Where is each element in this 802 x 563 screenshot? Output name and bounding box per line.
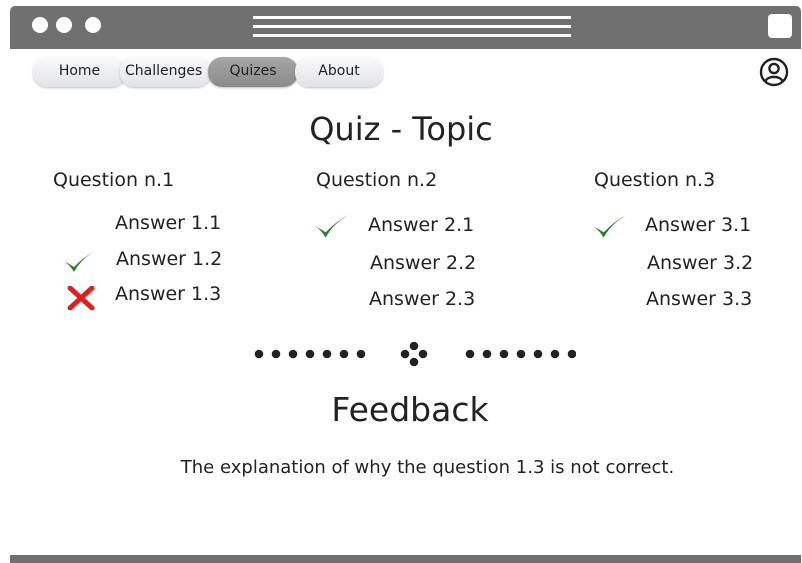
answer-3-2[interactable]: Answer 3.2 xyxy=(647,252,753,274)
feedback-title: Feedback xyxy=(331,390,489,429)
check-icon xyxy=(314,214,350,244)
page-title: Quiz - Topic xyxy=(309,110,493,148)
answer-3-1[interactable]: Answer 3.1 xyxy=(645,214,751,236)
tab-home[interactable]: Home xyxy=(33,57,126,87)
window-square-icon[interactable] xyxy=(768,14,792,38)
cross-icon xyxy=(67,285,95,314)
window-dot-icon[interactable] xyxy=(85,17,101,33)
question-2-label: Question n.2 xyxy=(316,169,438,191)
ornament-divider-icon xyxy=(254,340,577,368)
tab-challenges[interactable]: Challenges xyxy=(120,57,211,87)
question-3-label: Question n.3 xyxy=(594,169,716,191)
feedback-text: The explanation of why the question 1.3 … xyxy=(180,457,675,478)
window-bottom-bar xyxy=(10,555,801,563)
tab-about[interactable]: About xyxy=(295,57,383,87)
answer-2-2[interactable]: Answer 2.2 xyxy=(370,252,476,274)
answer-3-3[interactable]: Answer 3.3 xyxy=(646,288,752,310)
window-dot-icon[interactable] xyxy=(56,17,72,33)
tab-quizes[interactable]: Quizes xyxy=(208,57,298,87)
check-icon xyxy=(63,250,97,278)
answer-1-3[interactable]: Answer 1.3 xyxy=(115,283,221,305)
answer-1-1[interactable]: Answer 1.1 xyxy=(115,212,221,234)
answer-2-3[interactable]: Answer 2.3 xyxy=(369,288,475,310)
question-1-label: Question n.1 xyxy=(53,169,175,191)
window-dot-icon[interactable] xyxy=(32,17,48,33)
answer-2-1[interactable]: Answer 2.1 xyxy=(368,214,474,236)
check-icon xyxy=(592,214,628,244)
answer-1-2[interactable]: Answer 1.2 xyxy=(116,248,222,270)
hamburger-icon[interactable] xyxy=(253,16,571,38)
user-circle-icon[interactable] xyxy=(759,57,789,87)
